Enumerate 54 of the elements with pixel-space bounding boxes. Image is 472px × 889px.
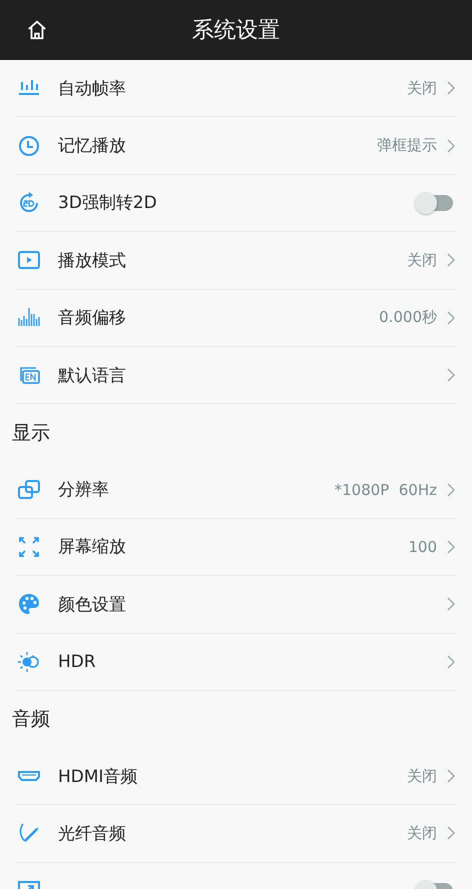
settings-row[interactable]: 播放模式 关闭 — [17, 232, 455, 290]
settings-row[interactable]: 音频偏移 0.000秒 — [17, 290, 455, 347]
setting-label: 播放模式 — [58, 250, 127, 272]
chevron-icon — [447, 482, 455, 497]
setting-label: 分辨率 — [58, 479, 110, 502]
settings-row[interactable]: 光纤音频 关闭 — [17, 805, 455, 863]
home-icon[interactable] — [26, 19, 48, 41]
setting-label: HDR — [58, 652, 97, 672]
sun-icon — [17, 650, 41, 674]
settings-row[interactable]: HDMI音频 关闭 — [17, 748, 455, 806]
setting-value: 关闭 — [407, 78, 437, 98]
chevron-icon — [447, 310, 455, 325]
chevron-icon — [447, 138, 455, 153]
section-title: 音频 — [11, 707, 51, 732]
setting-value: 关闭 — [407, 824, 437, 843]
setting-label: 光纤音频 — [58, 822, 127, 845]
chevron-icon — [447, 81, 455, 96]
setting-value: 关闭 — [407, 766, 437, 786]
settings-row[interactable]: 分辨率 *1080P 60Hz — [17, 461, 455, 519]
setting-value: 0.000秒 — [379, 308, 437, 328]
chevron-icon — [447, 540, 455, 554]
settings-row[interactable]: 3D强制转2D — [17, 174, 455, 232]
setting-value: *1080P 60Hz — [334, 480, 437, 499]
setting-label: HDMI音频 — [58, 766, 139, 788]
chevron-icon — [447, 769, 455, 784]
screens-icon — [17, 478, 41, 502]
setting-label: 音频偏移 — [58, 307, 127, 330]
rotate-icon — [17, 190, 41, 215]
setting-label: 默认语言 — [58, 364, 127, 387]
setting-label: 自动帧率 — [58, 78, 127, 100]
settings-row[interactable]: 记忆播放 弹框提示 — [17, 117, 455, 175]
setting-label: 记忆播放 — [58, 135, 127, 158]
section-title: 显示 — [11, 420, 51, 446]
toggle-switch[interactable] — [417, 194, 453, 211]
setting-value: 关闭 — [407, 250, 437, 270]
chevron-icon — [447, 368, 455, 382]
chevron-icon — [447, 826, 455, 840]
chevron-icon — [447, 253, 455, 268]
settings-row[interactable]: 屏幕缩放 100 — [17, 518, 455, 576]
expand-icon — [17, 534, 41, 559]
setting-label: 屏幕缩放 — [58, 536, 127, 558]
settings-row[interactable]: HDR — [17, 634, 455, 691]
setting-label: 3D强制转2D — [58, 192, 158, 214]
settings-row[interactable]: 颜色设置 — [17, 576, 455, 634]
setting-label: 颜色设置 — [58, 594, 127, 616]
setting-value: 100 — [408, 538, 437, 556]
settings-row[interactable]: 自动帧率 关闭 — [17, 60, 455, 118]
setting-value: 弹框提示 — [377, 136, 437, 156]
palette-icon — [17, 592, 41, 616]
clock-icon — [17, 134, 41, 158]
chevron-icon — [447, 654, 455, 669]
chevron-icon — [447, 597, 455, 612]
settings-row[interactable]: 默认语言 — [17, 346, 455, 404]
page-title: 系统设置 — [192, 17, 280, 45]
